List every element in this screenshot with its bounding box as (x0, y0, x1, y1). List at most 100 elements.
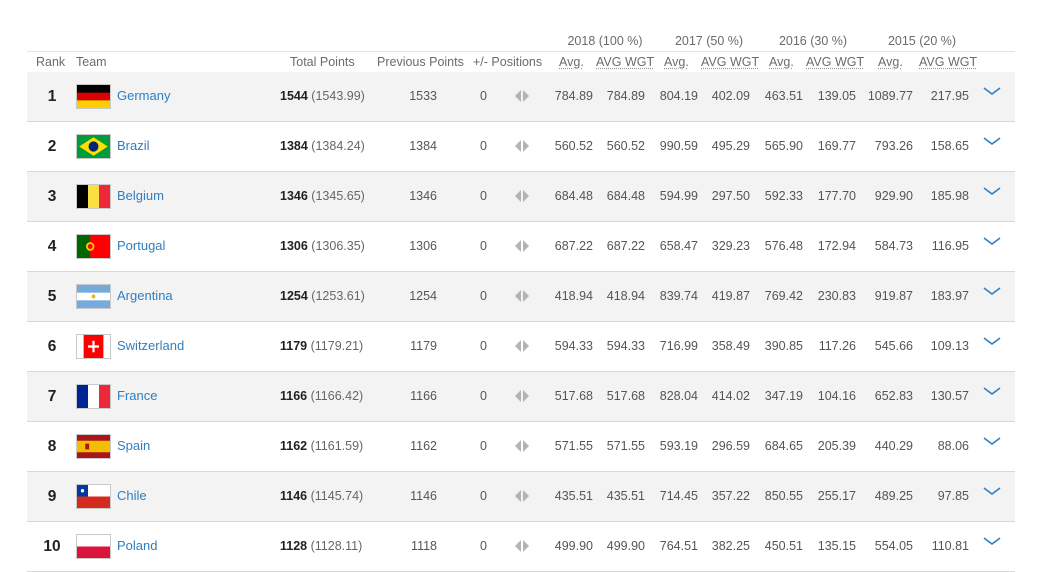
chevron-down-icon[interactable] (983, 436, 1001, 446)
avg-wgt-2016: 255.17 (817, 489, 856, 503)
total-points-rounded: 1346 (280, 189, 308, 203)
chevron-down-icon[interactable] (983, 386, 1001, 396)
avg-wgt-2016: 135.15 (817, 539, 856, 553)
chevron-down-icon[interactable] (983, 136, 1001, 146)
total-points-rounded: 1162 (280, 439, 308, 453)
total-points-exact: (1145.74) (310, 489, 364, 503)
avg-wgt-2015: 109.13 (930, 339, 969, 353)
avg-2015: 545.66 (874, 339, 913, 353)
total-points-header: Total Points (290, 55, 355, 69)
total-points-rounded: 1384 (280, 139, 308, 153)
previous-points: 1162 (410, 439, 437, 453)
year-header-2017: 2017 (50 %) (674, 34, 744, 48)
header-divider (27, 51, 1015, 52)
table-row: 10 Poland 1128 (1128.11) 1118 0 499.90 4… (27, 522, 1015, 572)
chevron-down-icon[interactable] (983, 336, 1001, 346)
previous-points: 1384 (409, 139, 437, 153)
avg-2018: 784.89 (554, 89, 593, 103)
avg-2017: 828.04 (659, 389, 698, 403)
chevron-down-icon[interactable] (983, 536, 1001, 546)
position-change: 0 (480, 289, 487, 303)
position-change: 0 (480, 139, 487, 153)
chevron-down-icon[interactable] (983, 286, 1001, 296)
avg-wgt-2016: 139.05 (817, 89, 856, 103)
avg-2015: 489.25 (874, 489, 913, 503)
left-right-arrows-icon (514, 488, 530, 504)
avg-2017: 804.19 (659, 89, 698, 103)
left-right-arrows-icon (514, 438, 530, 454)
team-link[interactable]: Belgium (117, 172, 164, 221)
total-points-exact: (1166.42) (310, 389, 364, 403)
previous-points: 1118 (411, 539, 437, 553)
avg-2018: 435.51 (554, 489, 593, 503)
avg-wgt-2015: 130.57 (930, 389, 969, 403)
avg-wgt-2018: 560.52 (606, 139, 645, 153)
table-row: 8 Spain 1162 (1161.59) 1162 0 571.55 571… (27, 422, 1015, 472)
avg-2018: 571.55 (554, 439, 593, 453)
avg-wgt-header-2016: AVG WGT (806, 55, 865, 69)
total-points-rounded: 1544 (280, 89, 308, 103)
avg-2017: 593.19 (659, 439, 698, 453)
avg-2015: 1089.77 (867, 89, 913, 103)
chevron-down-icon[interactable] (983, 486, 1001, 496)
rank-number: 7 (47, 388, 57, 405)
total-points-rounded: 1179 (280, 339, 308, 353)
team-link[interactable]: Argentina (117, 272, 173, 321)
avg-wgt-2015: 110.81 (931, 539, 969, 553)
team-link[interactable]: France (117, 372, 157, 421)
position-change: 0 (480, 439, 487, 453)
table-row: 1 Germany 1544 (1543.99) 1533 0 784.89 7… (27, 72, 1015, 122)
avg-2018: 687.22 (554, 239, 593, 253)
chevron-down-icon[interactable] (983, 236, 1001, 246)
avg-2017: 839.74 (659, 289, 698, 303)
rank-number: 6 (47, 338, 57, 355)
avg-2016: 684.65 (764, 439, 803, 453)
team-link[interactable]: Germany (117, 72, 170, 121)
avg-wgt-header-2018: AVG WGT (596, 55, 655, 69)
avg-header-2017: Avg. (664, 55, 689, 69)
avg-wgt-2017: 358.49 (711, 339, 750, 353)
total-points-exact: (1253.61) (311, 289, 365, 303)
table-row: 9 Chile 1146 (1145.74) 1146 0 435.51 435… (27, 472, 1015, 522)
avg-wgt-2018: 571.55 (606, 439, 645, 453)
avg-2015: 919.87 (874, 289, 913, 303)
team-link[interactable]: Poland (117, 522, 157, 571)
avg-wgt-2016: 104.16 (817, 389, 856, 403)
rank-number: 10 (43, 538, 61, 555)
flag-de-icon (77, 85, 110, 108)
total-points: 1346 (1345.65) (280, 172, 365, 221)
avg-wgt-2015: 88.06 (937, 439, 969, 453)
total-points-rounded: 1254 (280, 289, 308, 303)
avg-wgt-2017: 414.02 (711, 389, 750, 403)
total-points: 1146 (1145.74) (280, 472, 363, 521)
avg-wgt-2018: 687.22 (606, 239, 645, 253)
avg-2016: 390.85 (764, 339, 803, 353)
table-row: 4 Portugal 1306 (1306.35) 1306 0 687.22 … (27, 222, 1015, 272)
team-link[interactable]: Switzerland (117, 322, 184, 371)
total-points-exact: (1543.99) (311, 89, 365, 103)
chevron-down-icon[interactable] (983, 186, 1001, 196)
table-row: 6 Switzerland 1179 (1179.21) 1179 0 594.… (27, 322, 1015, 372)
avg-2016: 592.33 (764, 189, 803, 203)
avg-2017: 714.45 (659, 489, 698, 503)
total-points: 1306 (1306.35) (280, 222, 365, 271)
table-row: 5 Argentina 1254 (1253.61) 1254 0 418.94… (27, 272, 1015, 322)
total-points-exact: (1128.11) (310, 539, 363, 553)
flag-cl-icon (77, 485, 110, 508)
avg-wgt-2016: 177.70 (817, 189, 856, 203)
team-link[interactable]: Spain (117, 422, 150, 471)
avg-wgt-2017: 402.09 (711, 89, 750, 103)
avg-header-2016: Avg. (769, 55, 794, 69)
avg-wgt-header-2015: AVG WGT (919, 55, 978, 69)
avg-2016: 347.19 (764, 389, 803, 403)
total-points-exact: (1161.59) (310, 439, 364, 453)
team-link[interactable]: Chile (117, 472, 147, 521)
previous-points: 1306 (409, 239, 437, 253)
previous-points: 1533 (409, 89, 437, 103)
avg-2017: 716.99 (659, 339, 698, 353)
position-change: 0 (480, 489, 487, 503)
chevron-down-icon[interactable] (983, 86, 1001, 96)
avg-wgt-2016: 117.26 (818, 339, 856, 353)
team-link[interactable]: Portugal (117, 222, 165, 271)
team-link[interactable]: Brazil (117, 122, 150, 171)
